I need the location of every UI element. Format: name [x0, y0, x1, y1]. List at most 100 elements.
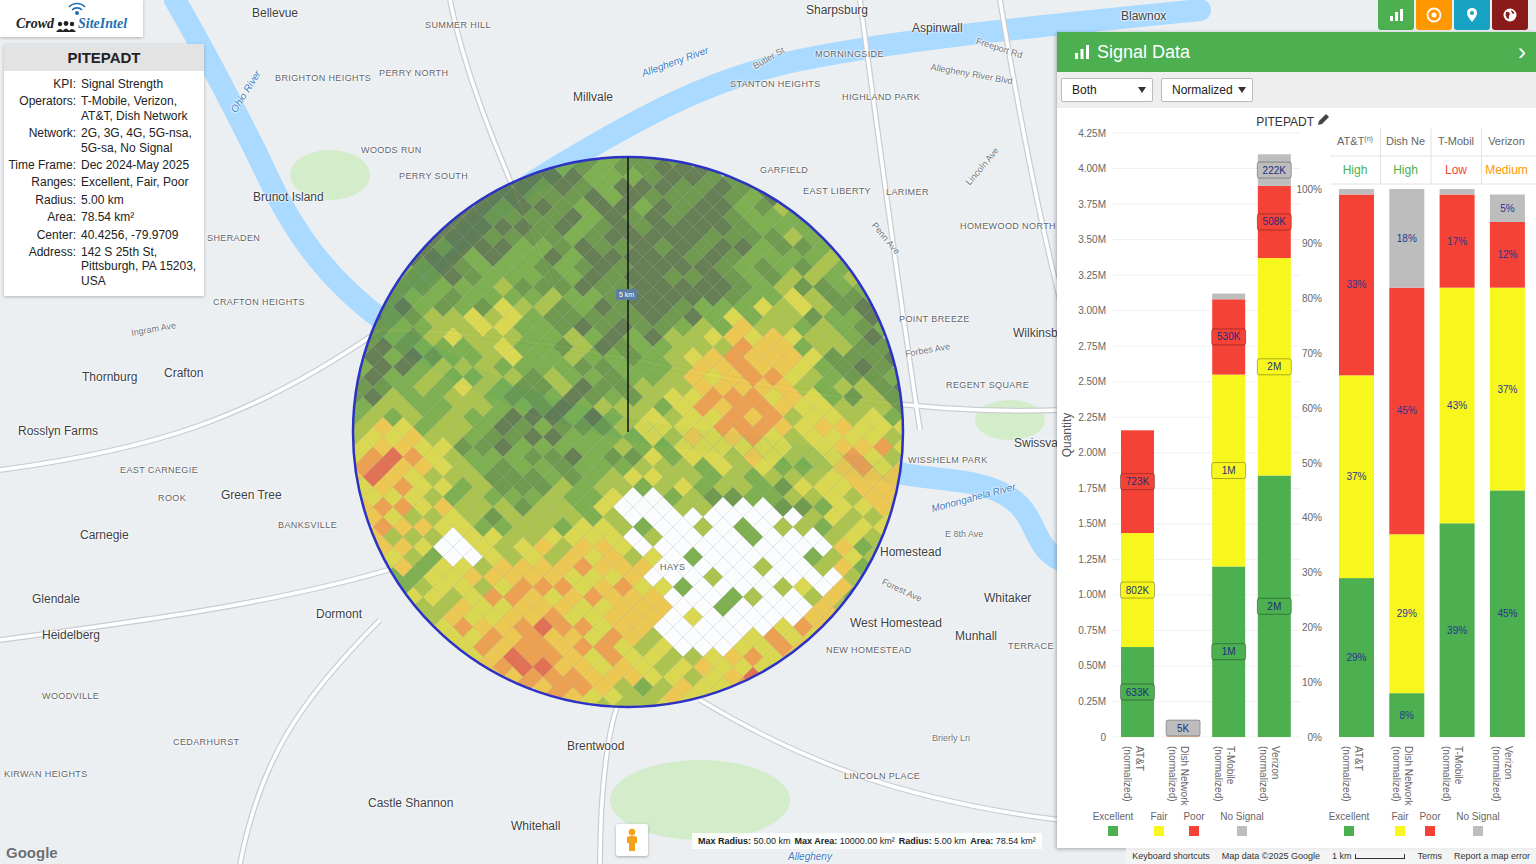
legend-item[interactable]: No Signal — [1456, 811, 1499, 836]
heatmap-cell[interactable] — [733, 677, 753, 697]
signal-heatmap — [343, 147, 913, 717]
bar-segment[interactable] — [1490, 194, 1525, 221]
axis-tick: 1.50M — [1078, 518, 1106, 529]
bar-segment[interactable] — [1490, 490, 1525, 737]
map-label: WOODVILLE — [42, 692, 99, 702]
bar-segment[interactable] — [1490, 222, 1525, 288]
radius-circle[interactable] — [353, 157, 903, 707]
percent-bar[interactable]: 8%29%45%18%Dish Network(normalized) — [1389, 189, 1424, 806]
segment-label: 45% — [1397, 405, 1417, 416]
bar-segment[interactable] — [1258, 476, 1291, 737]
percent-bar[interactable]: 45%37%12%5%Verizon(normalized) — [1490, 194, 1525, 801]
bar-segment[interactable] — [1121, 430, 1154, 533]
bar-segment[interactable] — [1339, 578, 1374, 737]
toolbar-button[interactable] — [1378, 0, 1414, 30]
segment-label: 222K — [1257, 162, 1291, 178]
street-view-button[interactable] — [616, 824, 648, 856]
pencil-icon[interactable] — [1318, 114, 1329, 125]
heatmap-cell[interactable] — [653, 697, 673, 717]
attribution-text[interactable]: Keyboard shortcuts — [1132, 851, 1210, 861]
info-label: KPI: — [8, 77, 76, 91]
info-label: Ranges: — [8, 175, 76, 189]
stacked-bar[interactable] — [1258, 154, 1291, 737]
bar-segment[interactable] — [1121, 533, 1154, 647]
stacked-bar[interactable] — [1212, 294, 1245, 737]
heatmap-cell[interactable] — [483, 667, 503, 687]
bar-segment[interactable] — [1440, 288, 1475, 524]
segment-label: 37% — [1497, 384, 1517, 395]
bar-segment[interactable] — [1389, 288, 1424, 535]
map-label: LINCOLN PLACE — [844, 772, 920, 782]
map-label: Homestead — [880, 546, 941, 559]
map-label: WISSHELM PARK — [908, 456, 988, 466]
segment-label: 33% — [1346, 279, 1366, 290]
svg-text:Excellent: Excellent — [1329, 811, 1370, 822]
percent-bar[interactable]: 29%37%33%AT&T(normalized) — [1339, 189, 1374, 802]
bar-axis-label: Verizon(normalized) — [1258, 746, 1281, 802]
bar-segment[interactable] — [1490, 288, 1525, 491]
heatmap-cell[interactable] — [573, 697, 593, 717]
bar-segment[interactable] — [1121, 647, 1154, 737]
segment-label: 2M — [1257, 598, 1291, 614]
bar-segment[interactable] — [1212, 294, 1245, 300]
google-logo[interactable]: Google — [6, 844, 58, 861]
svg-text:No Signal: No Signal — [1456, 811, 1499, 822]
stacked-bar[interactable] — [1121, 430, 1154, 737]
bar-segment[interactable] — [1258, 186, 1291, 258]
bar-segment[interactable] — [1389, 693, 1424, 737]
bar-segment[interactable] — [1212, 299, 1245, 374]
toolbar-button[interactable] — [1416, 0, 1452, 30]
bar-segment[interactable] — [1389, 189, 1424, 288]
status-item: Area: 78.54 km² — [970, 836, 1036, 846]
dropdown-value: Both — [1072, 83, 1097, 97]
heatmap-cell[interactable] — [793, 637, 813, 657]
axis-tick: 2.25M — [1078, 412, 1106, 423]
bar-segment[interactable] — [1212, 375, 1245, 567]
heatmap-cell[interactable] — [833, 597, 853, 617]
map-label: Rosslyn Farms — [18, 425, 98, 438]
legend-item[interactable]: Fair — [1391, 811, 1409, 836]
column-header: Verizon — [1488, 135, 1525, 147]
legend-item[interactable]: Poor — [1183, 811, 1205, 836]
bar-segment[interactable] — [1440, 194, 1475, 287]
toolbar-button[interactable] — [1454, 0, 1490, 30]
bar-segment[interactable] — [1339, 375, 1374, 578]
bar-segment[interactable] — [1389, 534, 1424, 693]
map-label: LARIMER — [886, 188, 929, 198]
segment-label: 18% — [1397, 233, 1417, 244]
logo[interactable]: CrowdSiteIntel — [0, 0, 143, 37]
map-label: HIGHLAND PARK — [842, 93, 920, 103]
bar-segment[interactable] — [1440, 189, 1475, 194]
bar-segment[interactable] — [1440, 523, 1475, 737]
collapse-button[interactable]: › — [1518, 40, 1526, 64]
bar-segment[interactable] — [1339, 194, 1374, 375]
dropdown-value: Normalized — [1172, 83, 1233, 97]
legend-item[interactable]: Excellent — [1093, 811, 1134, 836]
dropdown[interactable]: Normalized — [1161, 78, 1253, 102]
legend-item[interactable]: Fair — [1150, 811, 1168, 836]
svg-text:Poor: Poor — [1183, 811, 1205, 822]
toolbar-button[interactable] — [1492, 0, 1528, 30]
bar-segment[interactable] — [1121, 430, 1154, 431]
bar-segment[interactable] — [1212, 566, 1245, 737]
bar-segment[interactable] — [1258, 154, 1291, 186]
status-item: Radius: 5.00 km — [899, 836, 967, 846]
segment-label: 45% — [1497, 608, 1517, 619]
bar-segment[interactable] — [1167, 736, 1200, 737]
dropdown[interactable]: Both — [1061, 78, 1153, 102]
attribution-text[interactable]: Map data ©2025 Google — [1222, 851, 1320, 861]
legend-item[interactable]: No Signal — [1220, 811, 1263, 836]
legend-item[interactable]: Poor — [1419, 811, 1441, 836]
bar-segment[interactable] — [1339, 189, 1374, 194]
map-label: CEDARHURST — [173, 738, 240, 748]
legend-item[interactable]: Excellent — [1329, 811, 1370, 836]
percent-bar[interactable]: 39%43%17%T-Mobile(normalized) — [1440, 189, 1475, 802]
attribution-link[interactable]: Terms — [1417, 851, 1442, 861]
attribution-link[interactable]: Report a map error — [1454, 851, 1530, 861]
map-label: CRAFTON HEIGHTS — [213, 298, 305, 308]
heatmap-cell[interactable] — [373, 557, 393, 577]
svg-text:Dish Network: Dish Network — [1403, 746, 1414, 806]
info-label: Operators: — [8, 94, 76, 123]
controls-row: Both Normalized — [1057, 72, 1536, 108]
bar-segment[interactable] — [1258, 258, 1291, 475]
